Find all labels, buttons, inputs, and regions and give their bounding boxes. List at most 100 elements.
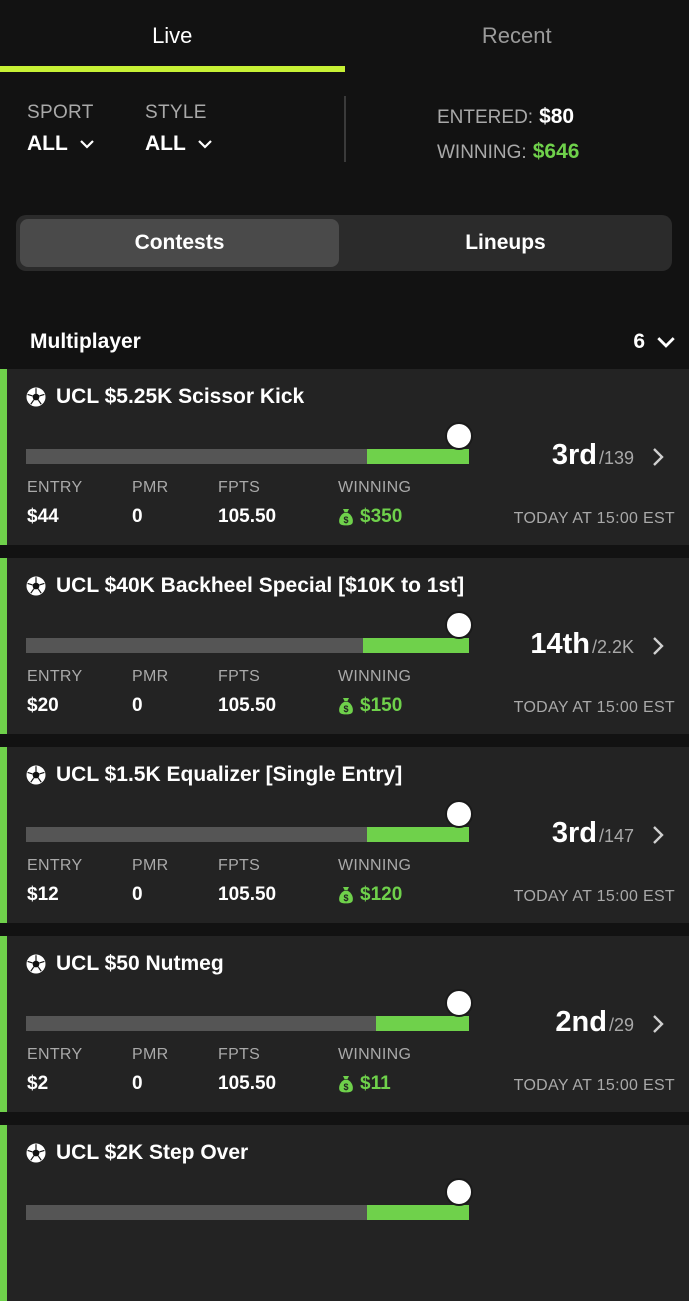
pmr-stat: PMR 0 [132, 479, 168, 528]
money-bag-icon: $ [338, 886, 354, 904]
lineups-button[interactable]: Lineups [343, 219, 668, 267]
pmr-label: PMR [132, 479, 168, 497]
pmr-stat: PMR 0 [132, 668, 168, 717]
chevron-right-icon[interactable] [651, 447, 665, 467]
fpts-label: FPTS [218, 479, 276, 497]
chevron-right-icon[interactable] [651, 636, 665, 656]
contest-title-row: UCL $5.25K Scissor Kick [26, 385, 304, 409]
contest-card[interactable]: UCL $5.25K Scissor Kick 3rd /139 ENTRY $… [0, 369, 689, 545]
contest-title: UCL $2K Step Over [56, 1141, 248, 1165]
tab-live[interactable]: Live [0, 0, 345, 72]
tab-live-label: Live [152, 23, 192, 49]
progress-bar [26, 1016, 469, 1031]
entry-label: ENTRY [27, 479, 82, 497]
pmr-label: PMR [132, 668, 168, 686]
contest-title: UCL $5.25K Scissor Kick [56, 385, 304, 409]
winning-value-row: $ $11 [338, 1073, 411, 1095]
contest-date: TODAY AT 15:00 EST [514, 510, 675, 528]
contest-date: TODAY AT 15:00 EST [514, 888, 675, 906]
money-bag-icon: $ [338, 508, 354, 526]
pmr-value: 0 [132, 884, 168, 906]
contest-card[interactable]: UCL $50 Nutmeg 2nd /29 ENTRY $2 PMR 0 FP… [0, 936, 689, 1112]
card-accent [0, 369, 7, 545]
chevron-right-icon[interactable] [651, 825, 665, 845]
sport-filter[interactable]: SPORT ALL [27, 102, 94, 156]
progress-knob [445, 611, 473, 639]
section-count: 6 [633, 330, 645, 354]
svg-text:$: $ [343, 893, 348, 903]
pmr-stat: PMR 0 [132, 1046, 168, 1095]
contest-rank: 3rd /147 [552, 817, 634, 850]
pmr-label: PMR [132, 1046, 168, 1064]
card-accent [0, 1125, 7, 1301]
sport-filter-value-row[interactable]: ALL [27, 132, 94, 156]
rank-position: 14th [530, 628, 590, 661]
tab-recent-label: Recent [482, 23, 552, 49]
multiplayer-section-header[interactable]: Multiplayer 6 [30, 322, 675, 362]
winning-value-row: $ $120 [338, 884, 411, 906]
winning-label: WINNING [338, 1046, 411, 1064]
style-filter[interactable]: STYLE ALL [145, 102, 212, 156]
winning-label: WINNING [338, 857, 411, 875]
progress-bar-fill [367, 449, 469, 464]
contest-title: UCL $50 Nutmeg [56, 952, 224, 976]
fpts-stat: FPTS 105.50 [218, 479, 276, 528]
pmr-value: 0 [132, 695, 168, 717]
winning-amount: $120 [360, 884, 402, 906]
entered-value: $80 [539, 105, 574, 128]
style-filter-value: ALL [145, 132, 186, 156]
pmr-value: 0 [132, 1073, 168, 1095]
entry-value: $12 [27, 884, 82, 906]
progress-bar-fill [376, 1016, 469, 1031]
fpts-value: 105.50 [218, 884, 276, 906]
soccer-ball-icon [26, 387, 46, 407]
fpts-stat: FPTS 105.50 [218, 1046, 276, 1095]
contest-card[interactable]: UCL $1.5K Equalizer [Single Entry] 3rd /… [0, 747, 689, 923]
winning-amount: $150 [360, 695, 402, 717]
winning-label: WINNING: [437, 142, 527, 163]
fpts-label: FPTS [218, 1046, 276, 1064]
fpts-value: 105.50 [218, 695, 276, 717]
style-filter-value-row[interactable]: ALL [145, 132, 212, 156]
money-bag-icon: $ [338, 697, 354, 715]
entry-value: $20 [27, 695, 82, 717]
rank-position: 3rd [552, 817, 597, 850]
rank-total: /147 [599, 826, 634, 847]
contest-title-row: UCL $50 Nutmeg [26, 952, 224, 976]
contest-rank: 2nd /29 [555, 1006, 634, 1039]
section-count-toggle[interactable]: 6 [633, 330, 675, 354]
contests-button[interactable]: Contests [20, 219, 339, 267]
chevron-down-icon [198, 137, 212, 151]
progress-knob [445, 800, 473, 828]
entry-summary: ENTERED: $80 WINNING: $646 [437, 100, 579, 170]
contest-title: UCL $40K Backheel Special [$10K to 1st] [56, 574, 464, 598]
card-accent [0, 936, 7, 1112]
filter-bar: SPORT ALL STYLE ALL ENTERED: $80 WINNING:… [0, 72, 689, 192]
contest-title: UCL $1.5K Equalizer [Single Entry] [56, 763, 402, 787]
progress-bar-fill [367, 1205, 469, 1220]
tab-recent[interactable]: Recent [345, 0, 689, 72]
contest-card[interactable]: UCL $2K Step Over ENTRY PMR FPTS WINNING [0, 1125, 689, 1301]
winning-value: $646 [533, 140, 580, 163]
filter-divider [344, 96, 346, 162]
svg-text:$: $ [343, 515, 348, 525]
contest-title-row: UCL $1.5K Equalizer [Single Entry] [26, 763, 402, 787]
soccer-ball-icon [26, 765, 46, 785]
winning-stat: WINNING $ $11 [338, 1046, 411, 1095]
chevron-right-icon[interactable] [651, 1014, 665, 1034]
rank-total: /2.2K [592, 637, 634, 658]
progress-bar [26, 449, 469, 464]
contest-card[interactable]: UCL $40K Backheel Special [$10K to 1st] … [0, 558, 689, 734]
contest-title-row: UCL $2K Step Over [26, 1141, 248, 1165]
progress-knob [445, 989, 473, 1017]
chevron-down-icon [80, 137, 94, 151]
entered-label: ENTERED: [437, 107, 533, 128]
winning-row: WINNING: $646 [437, 135, 579, 170]
winning-stat: WINNING $ $350 [338, 479, 411, 528]
sport-filter-value: ALL [27, 132, 68, 156]
soccer-ball-icon [26, 954, 46, 974]
entry-stat: ENTRY $12 [27, 857, 82, 906]
contest-title-row: UCL $40K Backheel Special [$10K to 1st] [26, 574, 464, 598]
progress-bar-fill [363, 638, 469, 653]
entry-stat: ENTRY $20 [27, 668, 82, 717]
